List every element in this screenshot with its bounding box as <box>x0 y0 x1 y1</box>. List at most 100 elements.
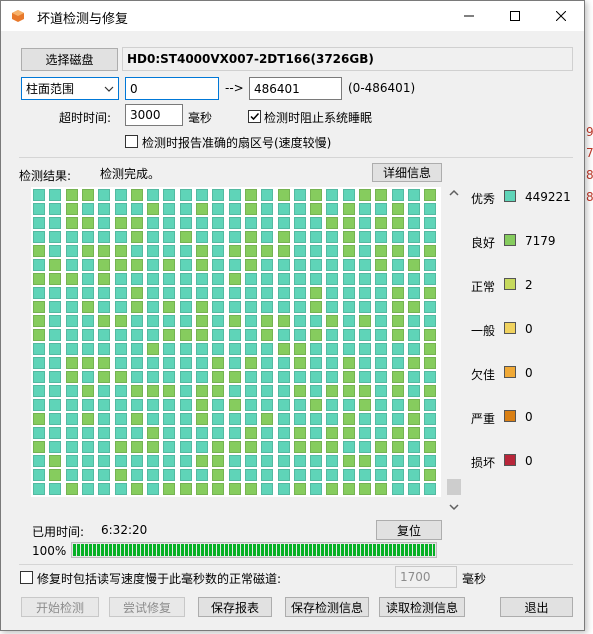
sector-block <box>82 385 94 397</box>
minimize-button[interactable] <box>446 1 492 31</box>
sector-block <box>115 259 127 271</box>
sector-block <box>82 483 94 495</box>
sector-block <box>424 217 436 229</box>
grid-scrollbar[interactable] <box>447 187 461 513</box>
scroll-up-icon[interactable] <box>447 187 461 199</box>
sector-block <box>163 385 175 397</box>
sector-block <box>326 329 338 341</box>
sector-block <box>163 441 175 453</box>
sector-block <box>245 357 257 369</box>
range-mode-select[interactable]: 柱面范围 <box>21 77 119 100</box>
try-repair-button[interactable]: 尝试修复 <box>109 597 185 617</box>
select-disk-button[interactable]: 选择磁盘 <box>21 48 118 71</box>
sector-block <box>147 287 159 299</box>
repair-slow-checkbox[interactable] <box>20 571 33 584</box>
sector-block <box>212 343 224 355</box>
sector-block <box>163 301 175 313</box>
sector-block <box>115 483 127 495</box>
sector-block <box>375 329 387 341</box>
sector-block <box>147 343 159 355</box>
sector-block <box>212 455 224 467</box>
range-end-input[interactable]: 486401 <box>249 77 342 100</box>
sector-block <box>98 259 110 271</box>
sector-block <box>245 385 257 397</box>
sector-block <box>229 455 241 467</box>
sector-block <box>180 343 192 355</box>
report-sector-checkbox[interactable] <box>125 135 138 148</box>
sector-block <box>375 399 387 411</box>
sector-block <box>212 273 224 285</box>
timeout-input[interactable]: 3000 <box>125 104 183 126</box>
sector-block <box>98 189 110 201</box>
scroll-down-icon[interactable] <box>447 501 461 513</box>
sector-block <box>261 441 273 453</box>
sector-block <box>310 343 322 355</box>
sector-block <box>131 329 143 341</box>
sector-block <box>294 371 306 383</box>
repair-slow-ms-input[interactable]: 1700 <box>395 566 457 588</box>
scroll-thumb[interactable] <box>447 479 461 495</box>
sector-block <box>424 455 436 467</box>
sector-block <box>392 217 404 229</box>
sector-block <box>98 399 110 411</box>
sector-block <box>392 315 404 327</box>
maximize-button[interactable] <box>492 1 538 31</box>
sector-block <box>98 315 110 327</box>
range-mode-value: 柱面范围 <box>26 82 75 96</box>
elapsed-value: 6:32:20 <box>101 523 148 537</box>
sector-block <box>392 427 404 439</box>
sector-block <box>131 287 143 299</box>
sector-block <box>147 301 159 313</box>
range-start-input[interactable]: 0 <box>125 77 219 100</box>
repair-slow-label[interactable]: 修复时包括读写速度慢于此毫秒数的正常磁道: <box>37 570 281 587</box>
sector-block <box>82 469 94 481</box>
sector-block <box>408 259 420 271</box>
sector-block <box>294 413 306 425</box>
close-button[interactable] <box>538 1 584 31</box>
sector-block <box>294 315 306 327</box>
title-bar[interactable]: 坏道检测与修复 <box>1 1 584 31</box>
sector-block <box>408 231 420 243</box>
sector-block <box>131 371 143 383</box>
sector-block <box>424 203 436 215</box>
save-info-button[interactable]: 保存检测信息 <box>285 597 369 617</box>
reset-button[interactable]: 复位 <box>376 520 442 540</box>
sector-block <box>196 245 208 257</box>
sector-block <box>82 287 94 299</box>
sector-block <box>180 245 192 257</box>
sector-block <box>147 483 159 495</box>
sector-block <box>98 273 110 285</box>
sector-block <box>180 385 192 397</box>
sector-block <box>278 287 290 299</box>
sector-block <box>343 455 355 467</box>
load-info-button[interactable]: 读取检测信息 <box>379 597 465 617</box>
sector-block <box>98 357 110 369</box>
sector-block <box>180 203 192 215</box>
timeout-label: 超时时间: <box>59 111 112 125</box>
sector-block <box>49 217 61 229</box>
sector-block <box>278 469 290 481</box>
sector-block <box>326 427 338 439</box>
start-detect-button[interactable]: 开始检测 <box>21 597 99 617</box>
window-title: 坏道检测与修复 <box>37 12 129 27</box>
prevent-sleep-label[interactable]: 检测时阻止系统睡眠 <box>264 109 372 126</box>
sector-block <box>424 259 436 271</box>
exit-button[interactable]: 退出 <box>500 597 573 617</box>
bg-fragment: 7 <box>586 146 593 160</box>
sector-block <box>261 371 273 383</box>
legend-label-poor: 欠佳 <box>471 368 496 382</box>
sector-block <box>245 427 257 439</box>
sector-block <box>326 413 338 425</box>
sector-block <box>98 287 110 299</box>
sector-block <box>278 189 290 201</box>
sector-block <box>343 343 355 355</box>
sector-block <box>343 427 355 439</box>
sector-block <box>343 329 355 341</box>
prevent-sleep-checkbox[interactable] <box>248 110 261 123</box>
sector-block <box>375 343 387 355</box>
save-report-button[interactable]: 保存报表 <box>198 597 272 617</box>
details-button[interactable]: 详细信息 <box>372 163 442 182</box>
sector-block <box>115 301 127 313</box>
sector-block <box>424 287 436 299</box>
report-sector-label[interactable]: 检测时报告准确的扇区号(速度较慢) <box>142 134 331 151</box>
